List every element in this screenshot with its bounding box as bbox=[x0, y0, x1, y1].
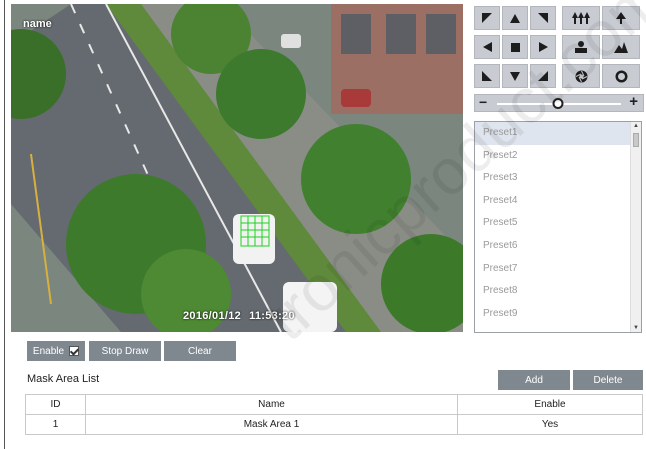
delete-button[interactable]: Delete bbox=[573, 370, 643, 390]
ptz-left-button[interactable] bbox=[474, 35, 500, 59]
column-header-enable: Enable bbox=[457, 394, 643, 415]
scroll-down-icon[interactable]: ▼ bbox=[633, 325, 639, 331]
ptz-up-right-icon bbox=[538, 13, 548, 23]
preset-list: Preset1 Preset2 Preset3 Preset4 Preset5 Prese… bbox=[474, 121, 642, 333]
zoom-in-icon bbox=[616, 12, 626, 24]
focus-far-icon bbox=[614, 41, 628, 53]
speed-decrease-button[interactable]: − bbox=[479, 94, 487, 110]
table-header-row: ID Name Enable bbox=[25, 394, 643, 415]
ptz-up-right-button[interactable] bbox=[530, 6, 556, 30]
cell-enable: Yes bbox=[457, 414, 643, 435]
clear-button[interactable]: Clear bbox=[164, 341, 236, 361]
date-overlay: 2016/01/12 bbox=[183, 310, 242, 322]
ptz-stop-icon bbox=[510, 42, 520, 52]
ptz-up-left-button[interactable] bbox=[474, 6, 500, 30]
preset-item[interactable]: Preset5 bbox=[475, 212, 641, 235]
focus-far-button[interactable] bbox=[602, 35, 640, 59]
ptz-down-icon bbox=[510, 71, 520, 81]
ptz-down-right-icon bbox=[538, 71, 548, 81]
frame-border bbox=[4, 0, 5, 449]
preset-item[interactable]: Preset7 bbox=[475, 258, 641, 281]
zoom-in-button[interactable] bbox=[602, 6, 640, 30]
speed-slider-knob[interactable] bbox=[552, 98, 564, 109]
add-button[interactable]: Add bbox=[498, 370, 570, 390]
cell-name: Mask Area 1 bbox=[85, 414, 458, 435]
ptz-down-button[interactable] bbox=[502, 64, 528, 88]
ptz-speed-slider[interactable]: − + bbox=[474, 93, 644, 112]
iris-close-icon bbox=[575, 70, 587, 82]
ptz-left-icon bbox=[482, 42, 492, 52]
enable-label: Enable bbox=[32, 345, 65, 357]
enable-toggle-button[interactable]: Enable bbox=[27, 341, 85, 361]
live-video-view[interactable]: name 2016/01/12 11:53:20 bbox=[11, 4, 463, 332]
ptz-up-left-icon bbox=[482, 13, 492, 23]
scroll-up-icon[interactable]: ▲ bbox=[633, 123, 639, 129]
scroll-thumb[interactable] bbox=[633, 133, 639, 147]
preset-item[interactable]: Preset2 bbox=[475, 145, 641, 168]
iris-close-button[interactable] bbox=[562, 64, 600, 88]
preset-item[interactable]: Preset1 bbox=[475, 122, 641, 145]
camera-name-overlay: name bbox=[23, 18, 52, 30]
ptz-control-panel bbox=[474, 6, 644, 90]
zoom-out-icon bbox=[572, 12, 590, 24]
ptz-down-left-button[interactable] bbox=[474, 64, 500, 88]
column-header-id: ID bbox=[25, 394, 86, 415]
ptz-stop-button[interactable] bbox=[502, 35, 528, 59]
iris-open-button[interactable] bbox=[602, 64, 640, 88]
ptz-up-button[interactable] bbox=[502, 6, 528, 30]
mask-settings-page: name 2016/01/12 11:53:20 − + Preset1 Pre… bbox=[0, 0, 646, 449]
stop-draw-button[interactable]: Stop Draw bbox=[89, 341, 161, 361]
preset-item[interactable]: Preset8 bbox=[475, 280, 641, 303]
time-overlay: 11:53:20 bbox=[249, 310, 295, 322]
table-row[interactable]: 1 Mask Area 1 Yes bbox=[25, 414, 643, 435]
column-header-name: Name bbox=[85, 394, 458, 415]
ptz-right-icon bbox=[538, 42, 548, 52]
mask-area-table: ID Name Enable 1 Mask Area 1 Yes bbox=[25, 394, 643, 435]
ptz-down-right-button[interactable] bbox=[530, 64, 556, 88]
street-scene-image bbox=[11, 4, 463, 332]
ptz-up-icon bbox=[510, 13, 520, 23]
speed-increase-button[interactable]: + bbox=[629, 93, 638, 110]
mask-area-list-title: Mask Area List bbox=[27, 373, 100, 385]
ptz-right-button[interactable] bbox=[530, 35, 556, 59]
preset-item[interactable]: Preset4 bbox=[475, 190, 641, 213]
zoom-out-button[interactable] bbox=[562, 6, 600, 30]
iris-open-icon bbox=[615, 70, 627, 82]
cell-id: 1 bbox=[25, 414, 86, 435]
focus-near-button[interactable] bbox=[562, 35, 600, 59]
focus-near-icon bbox=[575, 41, 587, 53]
preset-item[interactable]: Preset6 bbox=[475, 235, 641, 258]
timestamp-overlay: 2016/01/12 11:53:20 bbox=[183, 310, 303, 322]
preset-scrollbar[interactable]: ▲ ▼ bbox=[630, 122, 641, 332]
preset-item[interactable]: Preset9 bbox=[475, 303, 641, 326]
ptz-down-left-icon bbox=[482, 71, 492, 81]
preset-item[interactable]: Preset3 bbox=[475, 167, 641, 190]
enable-checkbox[interactable] bbox=[69, 346, 80, 356]
